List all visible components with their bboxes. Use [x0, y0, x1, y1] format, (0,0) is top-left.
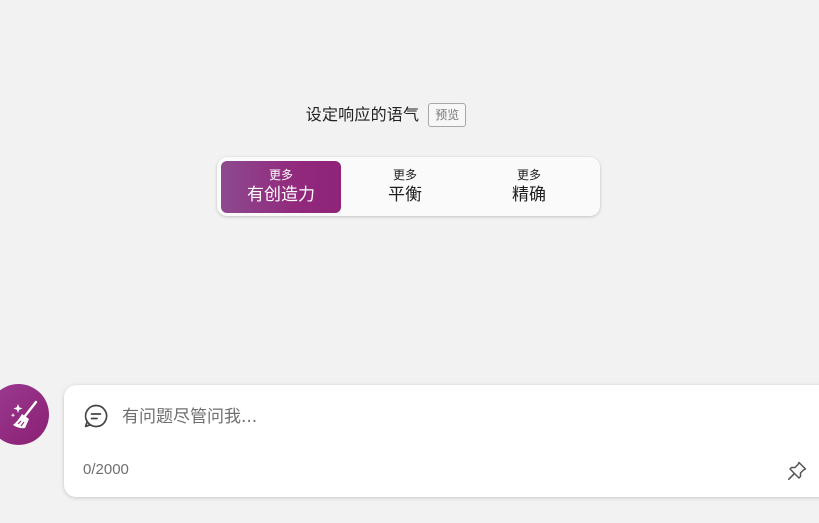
preview-badge: 预览: [428, 103, 467, 127]
new-topic-button[interactable]: [0, 384, 49, 445]
tone-option-label: 平衡: [388, 184, 422, 205]
chat-bubble-icon: [82, 402, 110, 430]
chat-page: 设定响应的语气 预览 更多 有创造力 更多 平衡 更多 精确 有问题尽管问我..…: [0, 0, 819, 523]
broom-sparkle-icon: [10, 400, 37, 428]
tone-option-prefix: 更多: [516, 167, 541, 182]
tone-option-prefix: 更多: [392, 167, 417, 182]
tone-option-label: 精确: [512, 184, 546, 205]
pin-button[interactable]: [784, 458, 810, 484]
chat-input[interactable]: [122, 402, 762, 432]
tone-option-balanced[interactable]: 更多 平衡: [345, 161, 465, 213]
tone-heading: 设定响应的语气 预览: [0, 103, 819, 127]
chat-input-box: 0/2000: [64, 385, 819, 497]
char-count: 0/2000: [83, 461, 129, 478]
pin-icon: [787, 461, 807, 481]
tone-option-precise[interactable]: 更多 精确: [469, 161, 589, 213]
tone-title: 设定响应的语气: [305, 105, 420, 124]
tone-option-prefix: 更多: [268, 167, 293, 182]
tone-selector: 更多 有创造力 更多 平衡 更多 精确: [217, 157, 600, 216]
tone-option-creative[interactable]: 更多 有创造力: [221, 160, 341, 213]
tone-option-label: 有创造力: [247, 184, 315, 205]
